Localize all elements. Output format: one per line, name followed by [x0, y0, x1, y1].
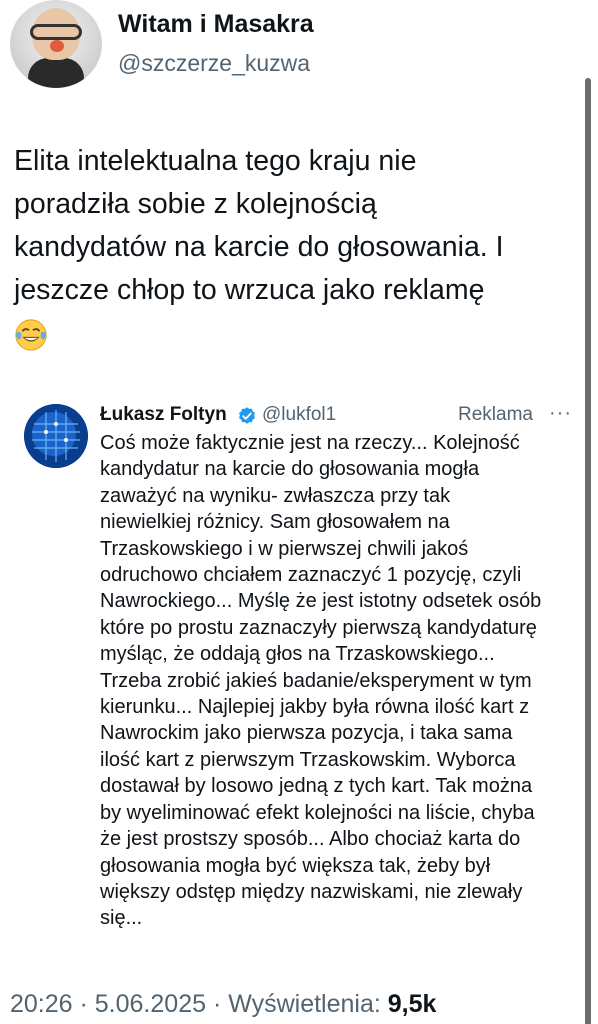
- author-handle[interactable]: @szczerze_kuzwa: [118, 50, 310, 77]
- tweet-time-date[interactable]: 20:26 · 5.06.2025 · Wyświetlenia:: [10, 990, 388, 1018]
- face-with-tears-of-joy-icon: [15, 319, 47, 351]
- ad-label: Reklama: [458, 404, 533, 425]
- quoted-tweet-text: Coś może faktycznie jest na rzeczy... Ko…: [100, 432, 542, 930]
- avatar-body-shape: [28, 58, 84, 88]
- quoted-author-display-name[interactable]: Łukasz Foltyn: [100, 404, 227, 426]
- avatar-glasses-shape: [30, 24, 82, 40]
- tweet-header: Witam i Masakra @szczerze_kuzwa: [10, 0, 570, 92]
- avatar-nose-shape: [50, 40, 64, 52]
- quoted-author-avatar[interactable]: [24, 404, 88, 468]
- quoted-author-handle[interactable]: @lukfol1: [262, 404, 336, 426]
- author-avatar[interactable]: [10, 0, 102, 88]
- tweet-text: Elita intelektualna tego kraju nie porad…: [14, 145, 504, 306]
- more-options-icon[interactable]: ···: [549, 402, 572, 425]
- verified-badge-icon: [239, 407, 255, 424]
- author-display-name[interactable]: Witam i Masakra: [118, 10, 314, 39]
- view-count: 9,5k: [387, 990, 437, 1018]
- quoted-tweet[interactable]: Łukasz Foltyn @lukfol1 Reklama ··· Coś m…: [24, 400, 584, 960]
- tweet-meta: 20:26 · 5.06.2025 · Wyświetlenia: 9,5k: [10, 990, 436, 1019]
